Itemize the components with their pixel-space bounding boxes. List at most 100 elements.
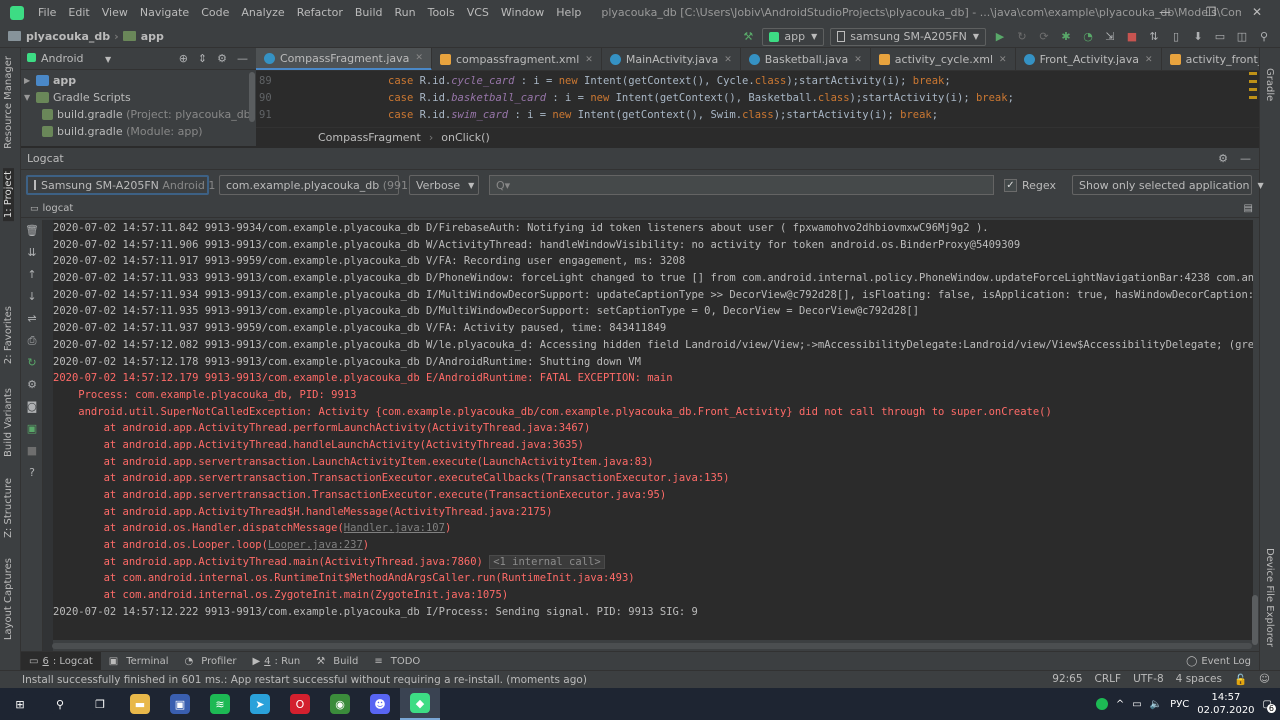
device-select[interactable]: samsung SM-A205FN ▼: [830, 27, 986, 46]
avd-manager-icon[interactable]: ▯: [1168, 29, 1184, 45]
apply-changes-icon[interactable]: ↻: [1014, 29, 1030, 45]
menu-file[interactable]: File: [32, 6, 62, 19]
layout-inspector-icon[interactable]: ▭: [1212, 29, 1228, 45]
volume-icon[interactable]: 🔈: [1150, 699, 1162, 710]
sync-gradle-icon[interactable]: ⇅: [1146, 29, 1162, 45]
tree-item-gradle-scripts[interactable]: ▼ Gradle Scripts: [24, 89, 256, 106]
profile-icon[interactable]: ◔: [1080, 29, 1096, 45]
process-filter-select[interactable]: com.example.plyacouka_db (9913) ▼: [219, 175, 434, 195]
print-icon[interactable]: ⎙: [21, 330, 43, 352]
restart-icon[interactable]: ↻: [21, 352, 43, 374]
down-stack-icon[interactable]: ↓: [21, 286, 43, 308]
menu-refactor[interactable]: Refactor: [291, 6, 349, 19]
tab-layout-captures[interactable]: Layout Captures: [3, 558, 14, 640]
caret-position[interactable]: 92:65: [1052, 673, 1082, 686]
tab-project[interactable]: 1: Project: [3, 168, 14, 222]
soft-wrap-icon[interactable]: ⇌: [21, 308, 43, 330]
menu-vcs[interactable]: VCS: [461, 6, 495, 19]
log-line[interactable]: at com.android.internal.os.ZygoteInit.ma…: [53, 587, 1253, 604]
maximize-button[interactable]: ❐: [1188, 0, 1234, 25]
close-tab-icon[interactable]: ✕: [999, 55, 1007, 65]
log-line[interactable]: 2020-07-02 14:57:11.933 9913-9913/com.ex…: [53, 270, 1253, 287]
language-indicator[interactable]: РУС: [1170, 699, 1189, 710]
taskbar-app[interactable]: ◆: [400, 688, 440, 720]
tab-device-file-explorer[interactable]: Device File Explorer: [1264, 548, 1275, 647]
log-line[interactable]: Process: com.example.plyacouka_db, PID: …: [53, 387, 1253, 404]
up-stack-icon[interactable]: ↑: [21, 264, 43, 286]
regex-checkbox[interactable]: ✓ Regex: [1004, 178, 1056, 192]
close-tab-icon[interactable]: ✕: [724, 55, 732, 65]
breadcrumb-class[interactable]: CompassFragment: [318, 131, 421, 144]
locate-icon[interactable]: ⊕: [179, 52, 188, 65]
close-window-button[interactable]: ✕: [1234, 0, 1280, 25]
hammer-icon[interactable]: ⚒: [740, 29, 756, 45]
menu-navigate[interactable]: Navigate: [134, 6, 195, 19]
help-icon[interactable]: ?: [21, 462, 43, 484]
editor-tab[interactable]: activity_cycle.xml ✕: [871, 48, 1016, 70]
bottom-tab[interactable]: ▭ 6: Logcat: [21, 651, 101, 671]
log-line[interactable]: at android.app.servertransaction.Transac…: [53, 470, 1253, 487]
tree-item-build-gradle-project[interactable]: build.gradle (Project: plyacouka_db): [24, 106, 256, 123]
screenshot-icon[interactable]: ◙: [21, 396, 43, 418]
taskbar-app[interactable]: ⚲: [40, 688, 80, 720]
log-line[interactable]: 2020-07-02 14:57:12.082 9913-9913/com.ex…: [53, 337, 1253, 354]
log-view[interactable]: 2020-07-02 14:57:11.842 9913-9934/com.ex…: [53, 220, 1253, 640]
editor-tab[interactable]: Basketball.java ✕: [741, 48, 871, 70]
log-line[interactable]: 2020-07-02 14:57:12.179 9913-9913/com.ex…: [53, 370, 1253, 387]
scroll-to-end-icon[interactable]: ⇊: [21, 242, 43, 264]
log-line[interactable]: android.util.SuperNotCalledException: Ac…: [53, 404, 1253, 421]
editor-tab[interactable]: activity_front_xml✕: [1162, 48, 1259, 70]
log-line[interactable]: at android.app.servertransaction.LaunchA…: [53, 454, 1253, 471]
code-line[interactable]: 89 case R.id.cycle_card : i = new Intent(…: [256, 72, 1259, 89]
run-icon[interactable]: ▶: [992, 29, 1008, 45]
log-line[interactable]: at android.app.ActivityThread.handleLaun…: [53, 437, 1253, 454]
close-tab-icon[interactable]: ✕: [415, 53, 423, 63]
stop-icon[interactable]: ■: [21, 440, 43, 462]
log-line[interactable]: 2020-07-02 14:57:11.937 9913-9959/com.ex…: [53, 320, 1253, 337]
gear-icon[interactable]: ⚙: [1218, 152, 1228, 165]
search-everywhere-icon[interactable]: ⚲: [1256, 29, 1272, 45]
log-level-select[interactable]: Verbose ▼: [409, 175, 479, 195]
taskbar-app[interactable]: ≋: [200, 688, 240, 720]
hide-icon[interactable]: —: [237, 52, 248, 65]
line-separator[interactable]: CRLF: [1095, 673, 1122, 686]
device-manager-icon[interactable]: ◫: [1234, 29, 1250, 45]
log-line[interactable]: 2020-07-02 14:57:11.934 9913-9913/com.ex…: [53, 287, 1253, 304]
tab-logcat-sub[interactable]: logcat: [43, 203, 74, 214]
log-line[interactable]: 2020-07-02 14:57:11.842 9913-9934/com.ex…: [53, 220, 1253, 237]
logcat-search-input[interactable]: Q▾: [489, 175, 994, 195]
layout-icon[interactable]: ▤: [1244, 203, 1259, 214]
log-line[interactable]: at android.app.ActivityThread.performLau…: [53, 420, 1253, 437]
log-line[interactable]: 2020-07-02 14:57:11.935 9913-9913/com.ex…: [53, 303, 1253, 320]
close-tab-icon[interactable]: ✕: [1145, 55, 1153, 65]
stop-icon[interactable]: ■: [1124, 29, 1140, 45]
breadcrumb-module[interactable]: app: [141, 30, 164, 43]
debug-icon[interactable]: ✱: [1058, 29, 1074, 45]
event-log-tab[interactable]: ◯ Event Log: [1178, 652, 1259, 671]
clear-logcat-icon[interactable]: 🗑: [21, 220, 43, 242]
inspector-icon[interactable]: ☺: [1259, 673, 1270, 686]
bottom-tab[interactable]: ◔ Profiler: [177, 652, 245, 671]
taskbar-app[interactable]: ➤: [240, 688, 280, 720]
menu-analyze[interactable]: Analyze: [235, 6, 290, 19]
editor-tab[interactable]: CompassFragment.java ✕: [256, 48, 432, 70]
vertical-scrollbar[interactable]: [1252, 595, 1258, 645]
menu-view[interactable]: View: [96, 6, 134, 19]
code-area[interactable]: 89 case R.id.cycle_card : i = new Intent(…: [256, 72, 1259, 125]
taskbar-app[interactable]: O: [280, 688, 320, 720]
collapse-icon[interactable]: ⇕: [198, 52, 207, 65]
tray-expand-icon[interactable]: ^: [1116, 699, 1124, 710]
notifications-icon[interactable]: ▢ 6: [1263, 699, 1276, 713]
log-line[interactable]: at android.app.servertransaction.Transac…: [53, 487, 1253, 504]
tab-favorites[interactable]: 2: Favorites: [3, 306, 14, 364]
log-line[interactable]: at android.app.ActivityThread$H.handleMe…: [53, 504, 1253, 521]
breadcrumb-method[interactable]: onClick(): [441, 131, 490, 144]
minimize-button[interactable]: —: [1142, 0, 1188, 25]
tree-item-app[interactable]: ▶ app: [24, 72, 256, 89]
taskbar-app[interactable]: ❐: [80, 688, 120, 720]
log-line[interactable]: 2020-07-02 14:57:12.222 9913-9913/com.ex…: [53, 604, 1253, 621]
file-encoding[interactable]: UTF-8: [1133, 673, 1164, 686]
bottom-tab[interactable]: ⚒ Build: [308, 652, 366, 671]
log-line[interactable]: at android.app.ActivityThread.main(Activ…: [53, 554, 1253, 571]
taskbar-app[interactable]: ⊞: [0, 688, 40, 720]
